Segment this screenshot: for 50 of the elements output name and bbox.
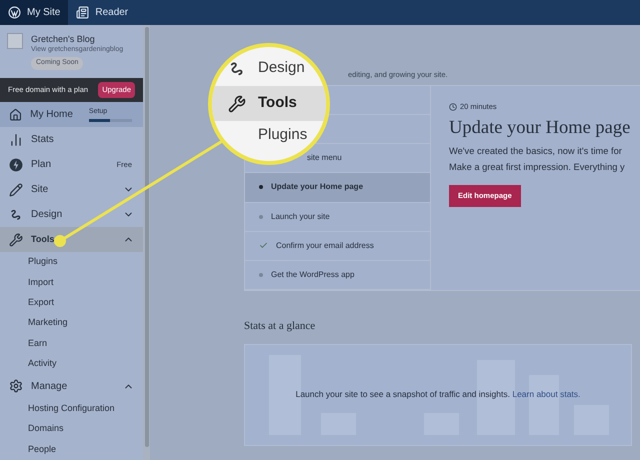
submenu-item[interactable]: Import <box>0 272 143 293</box>
wordpress-logo-icon <box>8 6 21 19</box>
sidebar-label: My Home <box>30 108 73 122</box>
stats-message: Launch your site to see a snapshot of traffic and insights. Learn about stats. <box>296 388 580 401</box>
sidebar-label: Manage <box>31 380 68 394</box>
sidebar-label: Tools <box>31 232 54 246</box>
bullet-icon <box>259 185 263 190</box>
clock-icon <box>449 102 457 111</box>
learn-about-stats-link[interactable]: Learn about stats. <box>512 389 580 400</box>
pencil-icon <box>9 182 23 196</box>
submenu-item[interactable]: Plugins <box>0 252 143 272</box>
plan-icon <box>9 158 23 172</box>
reader-icon <box>76 6 90 19</box>
site-name: Gretchen's Blog <box>31 33 96 45</box>
sidebar-item[interactable]: Stats <box>0 127 143 152</box>
checklist-item[interactable]: Get the WordPress app <box>245 260 430 290</box>
sidebar-item[interactable]: Design <box>0 202 143 227</box>
submenu-item[interactable]: Domains <box>0 419 143 440</box>
sidebar-item[interactable]: Site <box>0 177 143 202</box>
task-description: Make a great first impression. Everything y <box>449 161 626 174</box>
bullet-icon <box>259 272 263 277</box>
bar-chart-icon <box>9 132 23 146</box>
task-description: We've created the basics, now it's time for <box>449 145 623 158</box>
submenu-item[interactable]: Hosting Configuration <box>0 398 143 420</box>
submenu-item[interactable]: People <box>0 439 143 460</box>
sidebar-label: Stats <box>31 133 54 147</box>
stats-heading: Stats at a glance <box>244 319 316 334</box>
top-tab[interactable]: Reader <box>68 0 136 25</box>
sidebar-item[interactable]: Manage <box>0 374 143 399</box>
wrench-icon <box>228 94 246 112</box>
wrench-icon <box>9 232 23 246</box>
submenu-item[interactable]: Activity <box>0 353 143 374</box>
site-icon <box>7 33 23 49</box>
squiggle-icon <box>9 208 23 222</box>
checklist-item[interactable]: Confirm your email address <box>245 232 430 261</box>
sidebar-label: Design <box>31 208 62 222</box>
submenu-item[interactable]: Earn <box>0 333 143 354</box>
bullet-icon <box>259 214 263 219</box>
check-icon <box>259 241 268 250</box>
checklist-item[interactable]: Update your Home page <box>245 173 430 203</box>
sidebar-label: Site <box>31 183 48 197</box>
settings-icon <box>9 379 23 394</box>
submenu-item[interactable]: Export <box>0 292 143 313</box>
sidebar-label: Plan <box>31 158 52 172</box>
sidebar-item[interactable]: Tools <box>0 227 143 252</box>
checklist-item[interactable]: Launch your site <box>245 202 430 232</box>
home-icon <box>9 108 22 122</box>
submenu-item[interactable]: Marketing <box>0 312 143 334</box>
task-title: Update your Home page <box>449 117 630 140</box>
top-tab[interactable]: My Site <box>0 0 68 25</box>
